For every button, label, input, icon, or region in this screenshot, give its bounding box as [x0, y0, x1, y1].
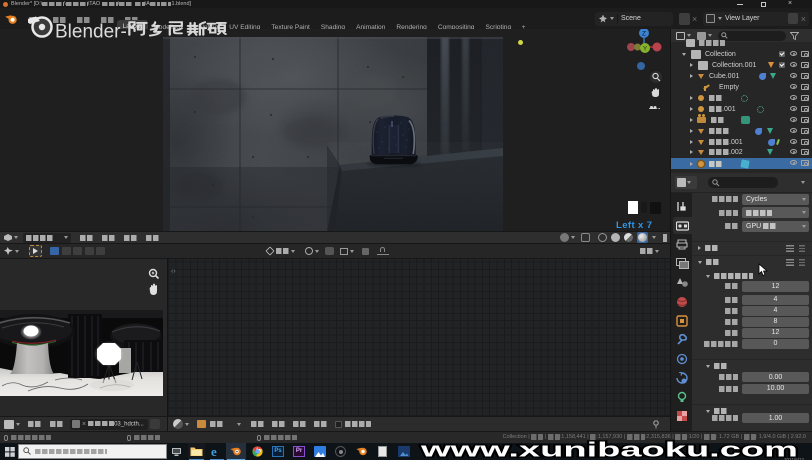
svg-text:Blender-: Blender- — [55, 22, 127, 43]
svg-text:www.xunibaoku.com: www.xunibaoku.com — [419, 439, 798, 460]
svg-text:Y: Y — [643, 46, 648, 53]
svg-text:Z: Z — [642, 31, 646, 38]
